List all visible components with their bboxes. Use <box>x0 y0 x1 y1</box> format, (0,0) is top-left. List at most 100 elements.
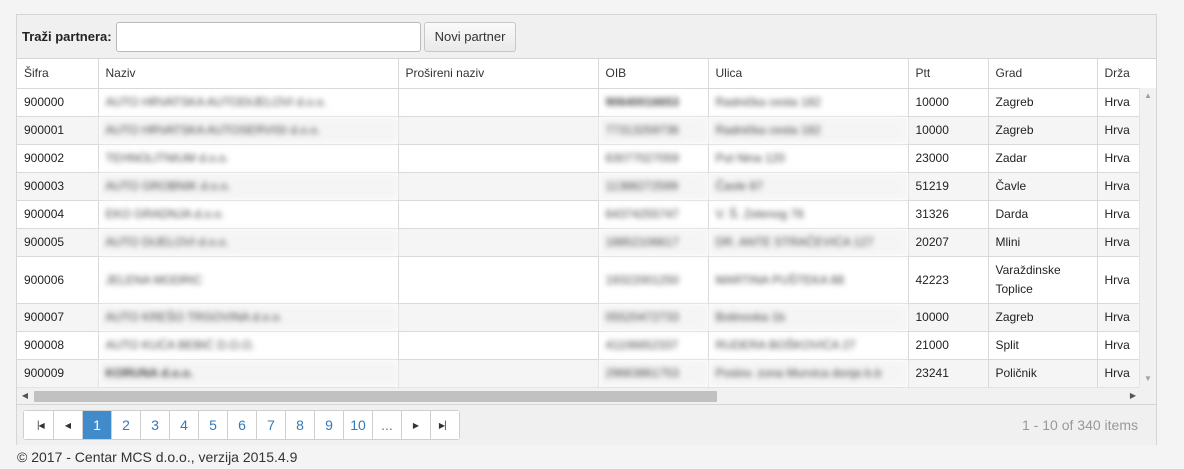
cell-prosireni-naziv <box>397 172 598 201</box>
cell-ulica: Radnička cesta 182 <box>707 116 908 145</box>
partner-grid: Šifra Naziv Prošireni naziv OIB Ulica Pt… <box>17 59 1156 404</box>
column-header-ulica[interactable]: Ulica <box>707 59 908 89</box>
page-6[interactable]: 6 <box>227 411 256 439</box>
cell-oib: 11388272599 <box>597 172 708 201</box>
pager-info: 1 - 10 of 340 items <box>1022 417 1138 433</box>
cell-naziv: AUTO HRVATSKA AUTOSERVISI d.o.o. <box>97 116 398 145</box>
page-4[interactable]: 4 <box>169 411 198 439</box>
last-page-icon[interactable]: ▶▏ <box>430 411 459 439</box>
cell-ptt: 51219 <box>907 172 988 201</box>
cell-ulica: Čavle 87 <box>707 172 908 201</box>
table-row[interactable]: 900001 AUTO HRVATSKA AUTOSERVISI d.o.o. 77… <box>17 116 1156 145</box>
column-header-ptt[interactable]: Ptt <box>907 59 988 89</box>
cell-grad: Čavle <box>987 172 1097 201</box>
first-page-icon[interactable]: ▕◀ <box>24 411 53 439</box>
cell-ptt: 10000 <box>907 88 988 117</box>
cell-ptt: 31326 <box>907 200 988 229</box>
cell-prosireni-naziv <box>397 88 598 117</box>
horizontal-scrollbar[interactable]: ◀ ▶ <box>17 387 1141 404</box>
cell-naziv: AUTO DIJELOVI d.o.o. <box>97 228 398 257</box>
cell-naziv: KORUNA d.o.o. <box>97 359 398 388</box>
cell-prosireni-naziv <box>397 359 598 388</box>
cell-grad: Zadar <box>987 144 1097 173</box>
cell-naziv: AUTO GROBNIK d.o.o. <box>97 172 398 201</box>
cell-grad: Zagreb <box>987 303 1097 332</box>
footer-copyright: © 2017 - Centar MCS d.o.o., verzija 2015… <box>17 449 298 465</box>
table-row[interactable]: 900005 AUTO DIJELOVI d.o.o. 18852106617 DR.… <box>17 228 1156 257</box>
table-row[interactable]: 900006 JELENA MODRIC 19322001250 MARTINA PU… <box>17 256 1156 304</box>
search-input[interactable] <box>115 21 421 52</box>
page-ellipsis[interactable]: ... <box>372 411 401 439</box>
pager-buttons: ▕◀ ◀ 1 2 3 4 5 6 7 8 9 10... ▶ ▶▏ <box>23 410 460 440</box>
page-2[interactable]: 2 <box>111 411 140 439</box>
cell-oib: 63077027059 <box>597 144 708 173</box>
cell-ptt: 21000 <box>907 331 988 360</box>
cell-ptt: 20207 <box>907 228 988 257</box>
cell-sifra: 900006 <box>17 256 98 304</box>
cell-grad: Mlini <box>987 228 1097 257</box>
cell-prosireni-naziv <box>397 144 598 173</box>
cell-grad: Varaždinske Toplice <box>987 256 1097 304</box>
page-9[interactable]: 9 <box>314 411 343 439</box>
table-row[interactable]: 900007 AUTO KREŠO TRGOVINA d.o.o. 05520472… <box>17 303 1156 332</box>
table-row[interactable]: 900002 TEHNOLITNIUM d.o.o. 63077027059 Put … <box>17 144 1156 173</box>
column-header-naziv[interactable]: Naziv <box>97 59 398 89</box>
cell-ptt: 23000 <box>907 144 988 173</box>
cell-ulica: MARTINA PUŠTEKA 88 <box>707 256 908 304</box>
table-row[interactable]: 900000 AUTO HRVATSKA AUTODIJELOVI d.o.o. 9… <box>17 88 1156 117</box>
page-7[interactable]: 7 <box>256 411 285 439</box>
cell-grad: Darda <box>987 200 1097 229</box>
scrollbar-corner <box>1139 387 1156 404</box>
cell-ptt: 10000 <box>907 116 988 145</box>
cell-oib: 18852106617 <box>597 228 708 257</box>
vertical-scrollbar[interactable]: ▲ ▼ <box>1139 88 1156 387</box>
column-header-sifra[interactable]: Šifra <box>17 59 98 89</box>
scroll-left-icon[interactable]: ◀ <box>17 388 33 404</box>
cell-naziv: JELENA MODRIC <box>97 256 398 304</box>
cell-oib: 64374255747 <box>597 200 708 229</box>
cell-prosireni-naziv <box>397 256 598 304</box>
page-5[interactable]: 5 <box>198 411 227 439</box>
search-toolbar: Traži partnera: Novi partner <box>17 15 1156 59</box>
cell-prosireni-naziv <box>397 228 598 257</box>
cell-sifra: 900005 <box>17 228 98 257</box>
page-3[interactable]: 3 <box>140 411 169 439</box>
table-row[interactable]: 900008 AUTO KUĆA BEBIĆ D.O.O. 41106652337 R… <box>17 331 1156 360</box>
cell-ulica: Botinovka 1b <box>707 303 908 332</box>
cell-prosireni-naziv <box>397 200 598 229</box>
cell-naziv: AUTO HRVATSKA AUTODIJELOVI d.o.o. <box>97 88 398 117</box>
pager: ▕◀ ◀ 1 2 3 4 5 6 7 8 9 10... ▶ ▶▏ 1 - 10 of 340 ite… <box>17 404 1156 445</box>
cell-ulica: Poslov. zona Murvica donja b.b <box>707 359 908 388</box>
header-row: Šifra Naziv Prošireni naziv OIB Ulica Pt… <box>17 59 1156 89</box>
cell-ulica: Put Nina 120 <box>707 144 908 173</box>
cell-ptt: 42223 <box>907 256 988 304</box>
cell-sifra: 900000 <box>17 88 98 117</box>
cell-ulica: DR. ANTE STRAČEVIĆA 127 <box>707 228 908 257</box>
column-header-grad[interactable]: Grad <box>987 59 1097 89</box>
cell-sifra: 900008 <box>17 331 98 360</box>
prev-page-icon[interactable]: ◀ <box>53 411 82 439</box>
column-header-drzava[interactable]: Drža <box>1096 59 1156 89</box>
page-1[interactable]: 1 <box>82 411 111 439</box>
cell-ulica: RUDERA BOŠKOVIĆA 27 <box>707 331 908 360</box>
column-header-prosireni-naziv[interactable]: Prošireni naziv <box>397 59 598 89</box>
table-row[interactable]: 900003 AUTO GROBNIK d.o.o. 11388272599 Čavl… <box>17 172 1156 201</box>
cell-sifra: 900001 <box>17 116 98 145</box>
next-page-icon[interactable]: ▶ <box>401 411 430 439</box>
horizontal-scroll-thumb[interactable] <box>34 391 717 402</box>
cell-prosireni-naziv <box>397 331 598 360</box>
scroll-down-icon[interactable]: ▼ <box>1140 371 1156 387</box>
cell-sifra: 900009 <box>17 359 98 388</box>
cell-oib: 05520472733 <box>597 303 708 332</box>
scroll-up-icon[interactable]: ▲ <box>1140 88 1156 104</box>
partner-panel: Traži partnera: Novi partner Šifra Naziv… <box>16 14 1157 445</box>
cell-oib: 90640016653 <box>597 88 708 117</box>
page-8[interactable]: 8 <box>285 411 314 439</box>
cell-ulica: Radnička cesta 182 <box>707 88 908 117</box>
cell-grad: Zagreb <box>987 116 1097 145</box>
page-10[interactable]: 10 <box>343 411 372 439</box>
table-row[interactable]: 900009 KORUNA d.o.o. 29663861753 Poslov. zo… <box>17 359 1156 388</box>
table-row[interactable]: 900004 EKO GRADNJA d.o.o. 64374255747 V. Š.… <box>17 200 1156 229</box>
new-partner-button[interactable]: Novi partner <box>423 21 517 52</box>
column-header-oib[interactable]: OIB <box>597 59 708 89</box>
